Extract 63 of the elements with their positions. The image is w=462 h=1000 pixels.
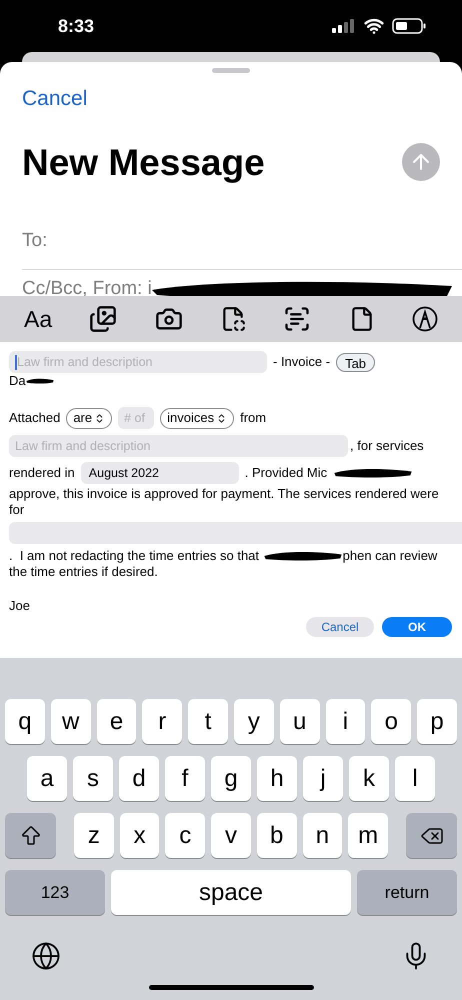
- body-text: , for services: [350, 437, 424, 456]
- cancel-button[interactable]: Cancel: [306, 616, 374, 636]
- body-text: . I am not redacting the time entries so that: [9, 547, 260, 566]
- letter-key[interactable]: m: [348, 813, 388, 858]
- shift-key[interactable]: [5, 813, 56, 858]
- letter-key[interactable]: x: [120, 813, 160, 858]
- letter-key[interactable]: z: [74, 813, 114, 858]
- tab-chip[interactable]: Tab: [336, 352, 376, 372]
- letter-key[interactable]: t: [188, 699, 228, 744]
- grabber-handle[interactable]: [212, 68, 250, 73]
- letter-key[interactable]: u: [280, 699, 320, 744]
- body-text: Attached: [9, 409, 60, 428]
- clock-time: 8:33: [58, 14, 94, 38]
- dropdown-select[interactable]: are: [66, 408, 112, 428]
- body-paragraph: approve, this invoice is approved for payment. The services rendered were for: [9, 486, 440, 518]
- letter-key[interactable]: i: [326, 699, 366, 744]
- letter-key[interactable]: s: [73, 756, 113, 801]
- compose-title: New Message: [22, 140, 265, 185]
- signoff-text: Joe: [9, 597, 30, 615]
- numbers-key[interactable]: 123: [5, 870, 105, 915]
- greeting-text: Da: [9, 372, 26, 390]
- letter-key[interactable]: q: [5, 699, 45, 744]
- letter-key[interactable]: e: [96, 699, 136, 744]
- wifi-icon: [364, 16, 384, 36]
- body-text: rendered in: [9, 464, 75, 482]
- letter-key[interactable]: h: [257, 756, 297, 801]
- markup-icon[interactable]: [412, 306, 438, 332]
- letter-key[interactable]: r: [142, 699, 182, 744]
- letter-key[interactable]: b: [256, 813, 297, 858]
- signal-icon: [332, 19, 356, 33]
- letter-key[interactable]: v: [211, 813, 251, 858]
- letter-key[interactable]: c: [165, 813, 206, 858]
- letter-key[interactable]: w: [50, 699, 91, 744]
- letter-key[interactable]: a: [27, 756, 67, 801]
- space-key[interactable]: space: [111, 870, 351, 915]
- redaction-scribble: [26, 377, 54, 385]
- delete-key[interactable]: [406, 813, 458, 858]
- return-key[interactable]: return: [357, 870, 457, 915]
- letter-key[interactable]: n: [302, 813, 342, 858]
- letter-key[interactable]: o: [371, 699, 412, 744]
- letter-key[interactable]: g: [211, 756, 251, 801]
- letter-key[interactable]: j: [303, 756, 343, 801]
- letter-key[interactable]: d: [119, 756, 159, 801]
- cancel-link[interactable]: Cancel: [22, 83, 88, 114]
- letter-key[interactable]: f: [165, 756, 205, 801]
- photos-icon[interactable]: [89, 305, 118, 333]
- letter-key[interactable]: l: [395, 756, 435, 801]
- ok-button[interactable]: OK: [382, 616, 452, 636]
- date-field[interactable]: August 2022: [80, 462, 239, 484]
- battery-icon: [392, 18, 426, 34]
- body-text: from: [240, 409, 266, 428]
- letter-key[interactable]: y: [234, 699, 274, 744]
- body-text: phen can review: [342, 547, 438, 566]
- body-text: . Provided Mic: [244, 464, 328, 482]
- body-text: the time entries if desired.: [9, 564, 158, 580]
- letter-key[interactable]: k: [349, 756, 389, 801]
- to-field[interactable]: To:: [22, 214, 462, 270]
- invoice-label: - Invoice -: [273, 353, 330, 372]
- format-button[interactable]: Aa: [24, 302, 52, 336]
- globe-icon[interactable]: [31, 941, 61, 971]
- dropdown-select[interactable]: invoices: [160, 408, 234, 428]
- letter-key[interactable]: p: [417, 699, 457, 744]
- scan-text-icon[interactable]: [283, 305, 312, 333]
